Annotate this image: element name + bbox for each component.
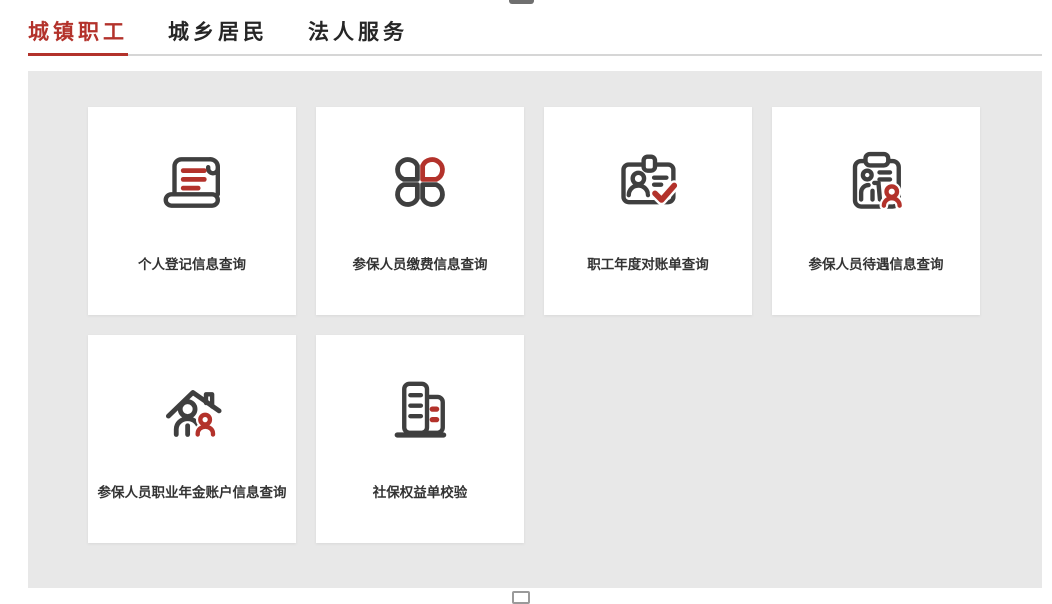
social-insurance-services-page: { "colors": { "accent_red": "#b3322b", "… <box>0 0 1052 600</box>
card-occupational-annuity-account-query[interactable]: 参保人员职业年金账户信息查询 <box>88 335 296 543</box>
card-insured-benefits-query[interactable]: 参保人员待遇信息查询 <box>772 107 980 315</box>
id-badge-check-icon <box>606 140 690 224</box>
card-label: 社保权益单校验 <box>373 481 468 501</box>
service-card-panel: 个人登记信息查询 参保人员缴费信息查询 职工年度对账单查询 <box>28 71 1042 588</box>
card-label: 参保人员职业年金账户信息查询 <box>98 481 287 501</box>
service-card-grid: 个人登记信息查询 参保人员缴费信息查询 职工年度对账单查询 <box>88 107 980 543</box>
tab-legal-person-services[interactable]: 法人服务 <box>308 16 408 56</box>
card-label: 个人登记信息查询 <box>138 253 246 273</box>
scroll-document-icon <box>150 140 234 224</box>
tab-bar: 城镇职工 城乡居民 法人服务 <box>28 16 1042 56</box>
top-edge-knob <box>509 0 534 4</box>
card-label: 参保人员待遇信息查询 <box>809 253 944 273</box>
clipboard-elderly-icon <box>834 140 918 224</box>
card-label: 参保人员缴费信息查询 <box>353 253 488 273</box>
buildings-icon <box>378 368 462 452</box>
card-personal-registration-query[interactable]: 个人登记信息查询 <box>88 107 296 315</box>
card-insured-payment-query[interactable]: 参保人员缴费信息查询 <box>316 107 524 315</box>
card-rights-statement-verification[interactable]: 社保权益单校验 <box>316 335 524 543</box>
four-petals-icon <box>378 140 462 224</box>
bottom-edge-box[interactable] <box>512 591 530 604</box>
tab-urban-workers[interactable]: 城镇职工 <box>28 16 128 56</box>
card-label: 职工年度对账单查询 <box>587 253 709 273</box>
house-people-icon <box>150 368 234 452</box>
card-annual-statement-query[interactable]: 职工年度对账单查询 <box>544 107 752 315</box>
tab-urban-rural-residents[interactable]: 城乡居民 <box>168 16 268 56</box>
